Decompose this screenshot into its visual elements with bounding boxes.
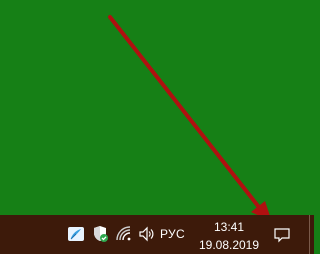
- clock-time: 13:41: [213, 220, 245, 234]
- feather-app-icon[interactable]: [66, 224, 86, 244]
- speaker-icon[interactable]: [137, 224, 157, 244]
- clock-date: 19.08.2019: [198, 238, 260, 252]
- taskbar: РУС 13:41 19.08.2019: [0, 215, 314, 254]
- clock[interactable]: 13:41 19.08.2019: [196, 217, 262, 253]
- input-language-indicator[interactable]: РУС: [160, 227, 185, 241]
- windows-defender-shield-icon[interactable]: [90, 224, 110, 244]
- wifi-icon[interactable]: [114, 224, 134, 244]
- action-center-icon[interactable]: [268, 221, 296, 249]
- show-desktop-button[interactable]: [309, 215, 314, 254]
- desktop-background: [0, 0, 314, 215]
